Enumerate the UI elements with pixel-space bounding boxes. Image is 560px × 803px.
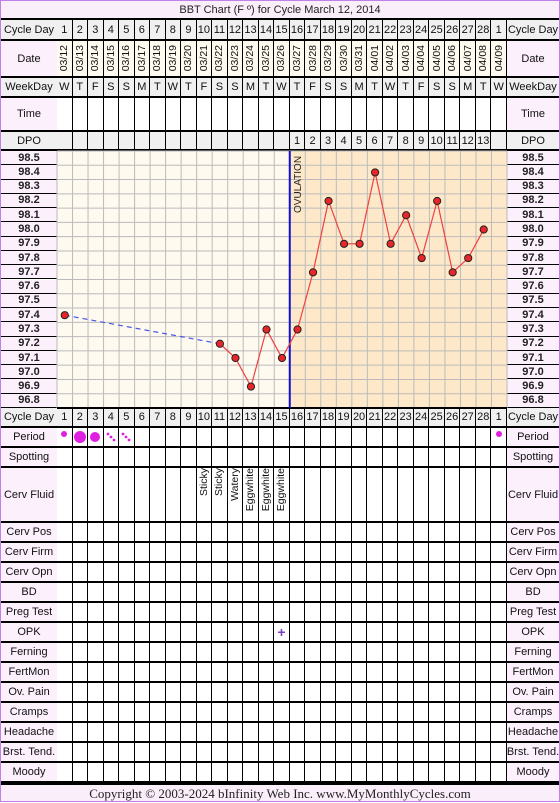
temp-point-day-22: [386, 239, 395, 248]
temp-point-day-15: [277, 353, 287, 363]
temp-point-day-19: [339, 239, 349, 248]
temp-point-day-1: [60, 311, 69, 320]
temp-point-day-16: [293, 325, 302, 334]
temp-point-day-21: [371, 168, 380, 177]
temp-point-day-24: [417, 253, 426, 263]
temp-point-day-11: [215, 339, 225, 348]
footer-copyright: Copyright © 2003-2024 bInfinity Web Inc.…: [1, 783, 559, 801]
temp-point-day-25: [433, 196, 442, 206]
temp-point-day-23: [402, 211, 411, 220]
temp-point-day-14: [262, 325, 271, 334]
temp-point-day-26: [448, 268, 457, 277]
temp-point-day-17: [308, 268, 318, 277]
temperature-chart: OVULATION: [56, 150, 508, 409]
temp-point-day-20: [355, 239, 364, 248]
temp-point-day-27: [464, 253, 473, 263]
ovulation-label: OVULATION: [293, 156, 304, 213]
temp-point-day-28: [479, 225, 488, 234]
bbt-chart-page: BBT Chart (F º) for Cycle March 12, 2014…: [0, 0, 560, 802]
temp-point-day-12: [231, 353, 240, 363]
temp-point-day-18: [324, 196, 333, 206]
temp-point-day-13: [246, 382, 256, 391]
